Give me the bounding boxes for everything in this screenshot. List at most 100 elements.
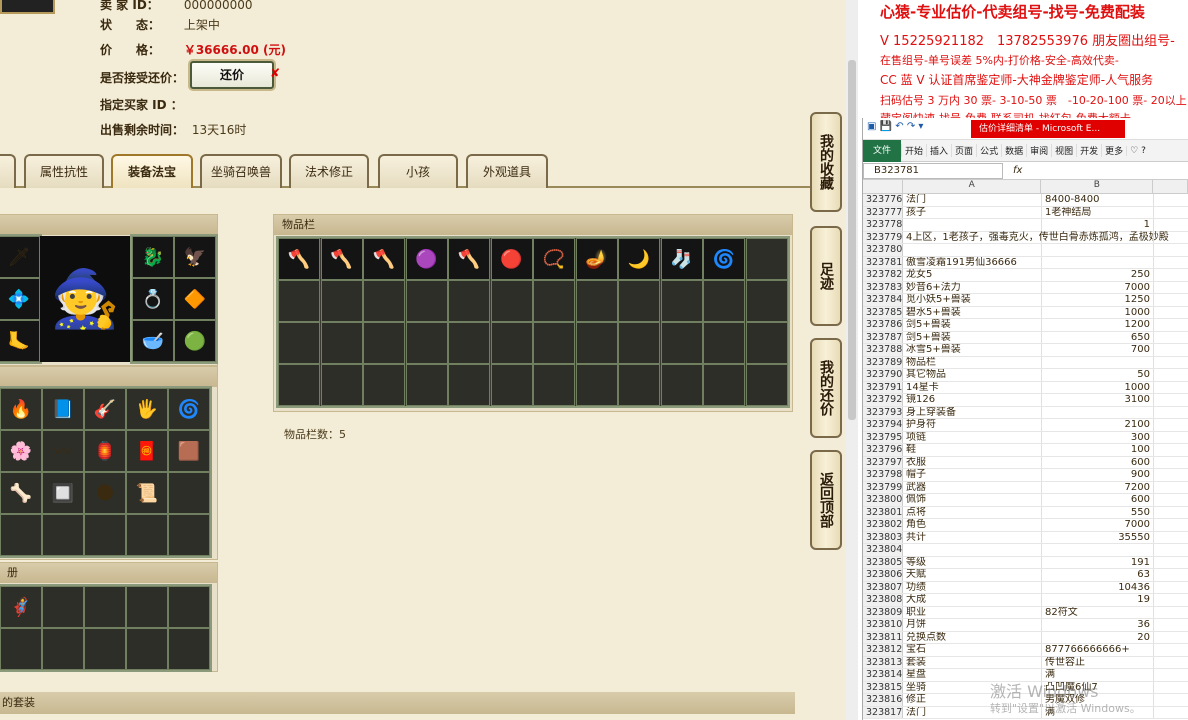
row-number[interactable]: 323813 xyxy=(863,656,903,668)
row-number[interactable]: 323797 xyxy=(863,456,903,468)
equip-slot[interactable]: 🔶 xyxy=(174,278,216,320)
cell-b[interactable]: 20 xyxy=(1042,631,1154,643)
inventory-slot[interactable]: 🪓 xyxy=(448,238,490,280)
inventory-slot-empty[interactable] xyxy=(533,322,575,364)
cell-b[interactable]: 700 xyxy=(1042,344,1154,356)
row-number[interactable]: 323778 xyxy=(863,219,903,231)
cell-a[interactable]: 觅小妖5+兽装 xyxy=(903,294,1042,306)
sheet-row[interactable]: 323778 1 xyxy=(863,219,1188,232)
sheet-row[interactable]: 323806 天赋 63 xyxy=(863,569,1188,582)
ribbon-tab[interactable]: 数据 xyxy=(1001,144,1026,157)
cell-b[interactable] xyxy=(1042,356,1154,368)
row-number[interactable]: 323795 xyxy=(863,431,903,443)
cell-a[interactable]: 帽子 xyxy=(903,469,1042,481)
sheet-row[interactable]: 323777 孩子 1老神结局 xyxy=(863,206,1188,219)
cell-b[interactable]: 35550 xyxy=(1042,531,1154,543)
cell-b[interactable]: 650 xyxy=(1042,331,1154,343)
inventory-slot-empty[interactable] xyxy=(618,280,660,322)
cell-b[interactable]: 900 xyxy=(1042,469,1154,481)
inventory-slot-empty[interactable] xyxy=(448,322,490,364)
cell-a[interactable]: 兑换点数 xyxy=(903,631,1042,643)
row-number[interactable]: 323808 xyxy=(863,594,903,606)
cell-a[interactable]: 大成 xyxy=(903,594,1042,606)
ribbon-tab[interactable]: 审阅 xyxy=(1026,144,1051,157)
row-number[interactable]: 323800 xyxy=(863,494,903,506)
cell-b[interactable]: 1000 xyxy=(1042,306,1154,318)
cell-a[interactable]: 其它物品 xyxy=(903,369,1042,381)
cell-a[interactable]: 龙女5 xyxy=(903,269,1042,281)
inventory-slot[interactable]: 🧦 xyxy=(660,238,703,280)
equip-slot[interactable]: 🟢 xyxy=(174,320,216,362)
sheet-row[interactable]: 323794 护身符 2100 xyxy=(863,419,1188,432)
inventory-slot-empty[interactable] xyxy=(320,322,363,364)
row-number[interactable]: 323798 xyxy=(863,469,903,481)
cell-b[interactable]: 1 xyxy=(1042,219,1154,231)
cell-a[interactable]: 14星卡 xyxy=(903,381,1042,393)
book-slot-empty[interactable] xyxy=(126,628,168,670)
row-number[interactable]: 323802 xyxy=(863,519,903,531)
inventory-slot-empty[interactable] xyxy=(405,280,448,322)
row-number[interactable]: 323801 xyxy=(863,506,903,518)
inventory-slot-empty[interactable] xyxy=(363,322,405,364)
inventory-slot-empty[interactable] xyxy=(745,322,788,364)
inventory-slot-empty[interactable] xyxy=(618,322,660,364)
ribbon-tab[interactable]: 视图 xyxy=(1051,144,1076,157)
inventory-slot-empty[interactable] xyxy=(490,280,533,322)
row-number[interactable]: 323804 xyxy=(863,544,903,556)
cell-b[interactable]: 100 xyxy=(1042,444,1154,456)
name-box[interactable]: B323781 xyxy=(863,162,1003,179)
inventory-slot-empty[interactable] xyxy=(703,364,745,406)
book-slot-empty[interactable] xyxy=(0,628,42,670)
row-number[interactable]: 323777 xyxy=(863,206,903,218)
fabao-slot[interactable]: 🌑 xyxy=(84,472,126,514)
help-icon[interactable]: ♡ ? xyxy=(1126,145,1149,156)
row-number[interactable]: 323784 xyxy=(863,294,903,306)
cell-a[interactable]: 等级 xyxy=(903,556,1042,568)
inventory-slot-empty[interactable] xyxy=(703,322,745,364)
tab-partial[interactable] xyxy=(0,154,16,188)
cell-b[interactable]: 877766666666+ xyxy=(1042,644,1154,656)
cell-b[interactable]: 1000 xyxy=(1042,381,1154,393)
row-number[interactable]: 323803 xyxy=(863,531,903,543)
inventory-slot[interactable]: 📿 xyxy=(533,238,575,280)
inventory-slot-empty[interactable] xyxy=(618,364,660,406)
sheet-row[interactable]: 323800 佩饰 600 xyxy=(863,494,1188,507)
row-number[interactable]: 323815 xyxy=(863,681,903,693)
row-number[interactable]: 323787 xyxy=(863,331,903,343)
inventory-slot-empty[interactable] xyxy=(575,322,618,364)
row-number[interactable]: 323796 xyxy=(863,444,903,456)
fabao-slot[interactable]: 🧧 xyxy=(126,430,168,472)
inventory-slot[interactable]: 🪓 xyxy=(363,238,405,280)
row-number[interactable]: 323812 xyxy=(863,644,903,656)
cell-b[interactable] xyxy=(1042,231,1154,243)
inventory-slot[interactable]: 🪓 xyxy=(320,238,363,280)
inventory-slot-empty[interactable] xyxy=(490,364,533,406)
row-number[interactable]: 323776 xyxy=(863,194,903,206)
sheet-row[interactable]: 323788 冰雪5+兽装 700 xyxy=(863,344,1188,357)
cell-b[interactable]: 550 xyxy=(1042,506,1154,518)
cell-a[interactable]: 天赋 xyxy=(903,569,1042,581)
cell-b[interactable]: 600 xyxy=(1042,494,1154,506)
sheet-row[interactable]: 323795 项链 300 xyxy=(863,431,1188,444)
cell-a[interactable]: 法门 xyxy=(903,194,1042,206)
scrollbar-thumb[interactable] xyxy=(848,60,856,420)
book-slot-empty[interactable] xyxy=(42,586,84,628)
cell-b[interactable]: 7000 xyxy=(1042,519,1154,531)
fabao-slot-empty[interactable] xyxy=(42,514,84,556)
equip-slot[interactable]: 🐉 xyxy=(132,236,174,278)
cell-b[interactable] xyxy=(1042,256,1154,268)
ribbon-tab[interactable]: 插入 xyxy=(926,144,951,157)
row-number[interactable]: 323814 xyxy=(863,669,903,681)
inventory-slot-empty[interactable] xyxy=(660,322,703,364)
my-offers-button[interactable]: 我的还价 xyxy=(810,338,842,438)
sheet-row[interactable]: 323776 法门 8400-8400 xyxy=(863,194,1188,207)
inventory-slot-empty[interactable] xyxy=(448,280,490,322)
cell-b[interactable]: 传世容止 xyxy=(1042,656,1154,668)
row-number[interactable]: 323816 xyxy=(863,694,903,706)
cell-a[interactable]: 月饼 xyxy=(903,619,1042,631)
sheet-row[interactable]: 323813 套装 传世容止 xyxy=(863,656,1188,669)
fabao-slot[interactable]: 🔥 xyxy=(0,388,42,430)
cell-b[interactable]: 10436 xyxy=(1042,581,1154,593)
inventory-slot-empty[interactable] xyxy=(405,322,448,364)
row-number[interactable]: 323782 xyxy=(863,269,903,281)
